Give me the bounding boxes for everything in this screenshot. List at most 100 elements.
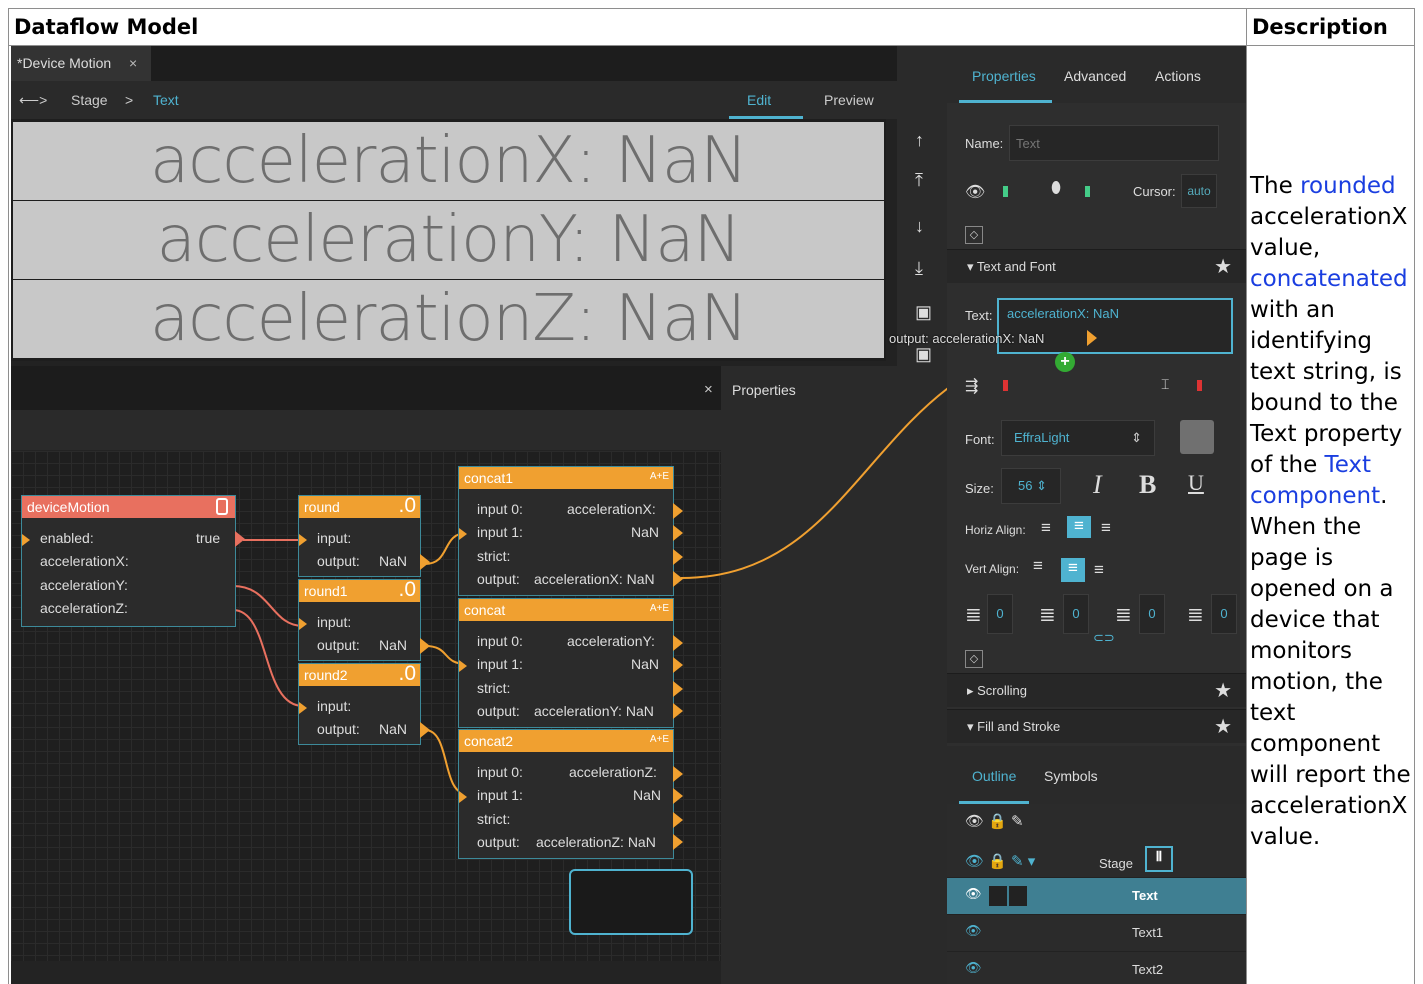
port-input[interactable] — [299, 702, 307, 714]
flow-minimap[interactable] — [569, 869, 693, 935]
outline-row-text[interactable]: 👁 Text — [947, 877, 1246, 914]
port-input[interactable] — [299, 534, 307, 546]
port-out[interactable] — [673, 549, 683, 565]
indent-right-icon[interactable]: ≣ — [1039, 602, 1056, 627]
section-text-font[interactable]: ▾ Text and Font ★ — [947, 249, 1246, 283]
name-input[interactable] — [1009, 125, 1219, 161]
align-right-icon[interactable]: ≡ — [1101, 518, 1111, 538]
port-output[interactable] — [420, 554, 430, 570]
wrap-text-icon[interactable]: ⇶ — [965, 376, 978, 396]
indent-right-input[interactable]: 0 — [1063, 594, 1089, 634]
star-icon[interactable]: ★ — [1214, 710, 1232, 744]
row-value: NaN — [631, 524, 660, 540]
port-enabled-out[interactable] — [235, 531, 245, 547]
row-label: accelerationY: — [40, 577, 128, 593]
tab-actions[interactable]: Actions — [1155, 68, 1201, 84]
port-input-1[interactable] — [459, 791, 467, 803]
port-out[interactable] — [673, 834, 683, 850]
port-out[interactable] — [673, 788, 683, 804]
align-top-icon[interactable]: ≡ — [1033, 556, 1043, 576]
visibility-icon[interactable]: 👁 — [965, 182, 985, 202]
tab-properties[interactable]: Properties — [972, 68, 1036, 84]
port-out[interactable] — [673, 657, 683, 673]
expand-icon[interactable]: ◇ — [965, 226, 983, 244]
outline-row-text2[interactable]: 👁 Text2 — [947, 951, 1246, 984]
eye-icon[interactable]: 👁 — [965, 886, 982, 902]
port-input-1[interactable] — [459, 528, 467, 540]
port-out[interactable] — [673, 525, 683, 541]
outline-item-label: Text1 — [1132, 925, 1164, 940]
port-out[interactable] — [673, 812, 683, 828]
port-out[interactable] — [673, 635, 683, 651]
row-label: input 0: — [477, 764, 523, 780]
stage-label[interactable]: Stage — [1099, 856, 1133, 871]
section-fill-stroke[interactable]: ▾ Fill and Stroke ★ — [947, 709, 1246, 743]
port-out[interactable] — [673, 703, 683, 719]
link-rounded[interactable]: rounded — [1300, 173, 1396, 199]
node-title: deviceMotion — [22, 496, 235, 518]
node-device-motion[interactable]: deviceMotion enabled: true accelerationX… — [21, 495, 245, 627]
port-output[interactable] — [420, 638, 430, 654]
row-value: NaN — [379, 721, 408, 737]
line-spacing-input[interactable]: 0 — [1139, 594, 1165, 634]
port-output[interactable] — [420, 722, 430, 738]
bold-button[interactable]: B — [1139, 470, 1156, 500]
eye-icon[interactable]: 👁 — [965, 923, 982, 939]
expand-icon[interactable]: ◇ — [965, 650, 983, 668]
port-input-1[interactable] — [459, 660, 467, 672]
outline-row-text1[interactable]: 👁 Text1 — [947, 914, 1246, 951]
node-concat2[interactable]: concat2 A+E input 0: accelerationZ: inpu… — [458, 729, 683, 859]
indent-left-input[interactable]: 0 — [987, 594, 1013, 634]
node-round2[interactable]: round2 .0 input: output: NaN — [298, 662, 430, 745]
section-scrolling[interactable]: ▸ Scrolling ★ — [947, 673, 1246, 707]
font-select[interactable]: EffraLight ⇕ — [1001, 420, 1155, 456]
port-input[interactable] — [299, 618, 307, 630]
cursor-select[interactable]: auto — [1181, 174, 1217, 208]
letter-spacing-icon[interactable]: ≣ — [1187, 602, 1204, 627]
binding-port[interactable] — [1087, 330, 1097, 346]
size-input[interactable]: 56 ⇕ — [1001, 468, 1061, 504]
port-out[interactable] — [673, 766, 683, 782]
align-center-icon[interactable]: ≡ — [1067, 516, 1091, 538]
cursor-label: Cursor: — [1133, 184, 1176, 199]
pointer-events-icon[interactable]: ⬮ — [1051, 180, 1061, 198]
node-round1[interactable]: round1 .0 input: output: NaN — [298, 578, 430, 661]
link-concatenated[interactable]: concatenated — [1250, 266, 1408, 292]
text-box-icon[interactable]: ⌶ — [1161, 376, 1169, 393]
port-out[interactable] — [673, 571, 683, 587]
desc-text: accelerationX value, — [1250, 204, 1408, 261]
font-color-swatch[interactable] — [1180, 420, 1214, 454]
row-label: input: — [317, 614, 352, 630]
italic-button[interactable]: I — [1093, 470, 1102, 500]
line-spacing-icon[interactable]: ≣ — [1115, 602, 1132, 627]
port-out[interactable] — [673, 503, 683, 519]
tab-symbols[interactable]: Symbols — [1044, 768, 1098, 784]
node-concat1[interactable]: concat1 A+E input 0: accelerationX: inpu… — [458, 466, 683, 596]
link-icon[interactable]: ⊂⊃ — [1093, 630, 1115, 646]
align-left-icon[interactable]: ≡ — [1041, 518, 1051, 538]
indent-left-icon[interactable]: ≣ — [965, 602, 982, 627]
tab-advanced[interactable]: Advanced — [1064, 68, 1126, 84]
row-value: NaN — [379, 553, 408, 569]
edit-toggle[interactable] — [1009, 886, 1027, 906]
description-cell: The rounded accelerationX value, concate… — [1250, 171, 1414, 853]
star-icon[interactable]: ★ — [1214, 250, 1232, 284]
align-middle-icon[interactable]: ≡ — [1061, 558, 1085, 582]
eye-icon[interactable]: 👁 — [965, 960, 982, 976]
align-bottom-icon[interactable]: ≡ — [1094, 560, 1104, 580]
stage-row-icons[interactable]: 👁 🔒 ✎ ▾ — [965, 852, 1035, 870]
letter-spacing-input[interactable]: 0 — [1211, 594, 1237, 634]
underline-button[interactable]: U — [1188, 470, 1204, 496]
outline-tabs: Outline Symbols — [947, 746, 1246, 804]
row-label: strict: — [477, 548, 511, 564]
tab-outline[interactable]: Outline — [972, 768, 1016, 784]
port-enabled-in[interactable] — [22, 534, 30, 546]
node-concat[interactable]: concat A+E input 0: accelerationY: input… — [458, 598, 683, 728]
star-icon[interactable]: ★ — [1214, 674, 1232, 708]
wire-concat1-text — [680, 387, 947, 579]
node-round[interactable]: round .0 input: output: NaN — [298, 494, 430, 577]
row-label: input 0: — [477, 501, 523, 517]
port-out[interactable] — [673, 681, 683, 697]
add-binding-icon[interactable]: + — [1055, 352, 1075, 372]
lock-toggle[interactable] — [989, 886, 1007, 906]
